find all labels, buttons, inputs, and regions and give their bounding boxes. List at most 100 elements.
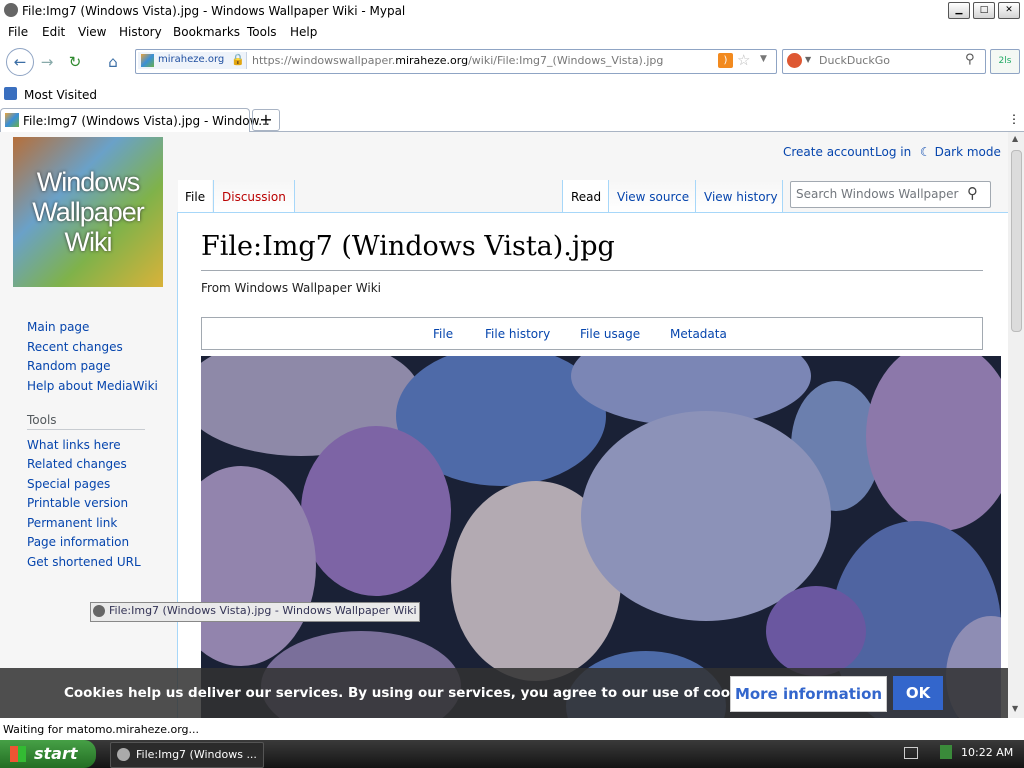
maximize-button[interactable]: □ bbox=[973, 2, 995, 19]
menu-bookmarks[interactable]: Bookmarks bbox=[173, 25, 240, 39]
logo-line-2: Wallpaper bbox=[32, 197, 145, 227]
url-bar[interactable]: miraheze.org 🔒 https://windowswallpaper.… bbox=[135, 49, 777, 74]
duckduckgo-icon[interactable] bbox=[787, 53, 802, 68]
sidebar-item-page-information[interactable]: Page information bbox=[27, 535, 129, 549]
more-information-button[interactable]: More information bbox=[730, 676, 887, 712]
log-in-link[interactable]: Log in bbox=[875, 145, 911, 159]
pebbles-svg bbox=[201, 356, 1001, 718]
bookmark-star-icon[interactable]: ☆ bbox=[737, 51, 750, 69]
sidebar-tools-heading: Tools bbox=[27, 413, 57, 427]
menu-view[interactable]: View bbox=[78, 25, 106, 39]
menu-bar: File Edit View History Bookmarks Tools H… bbox=[0, 22, 1024, 42]
wiki-search-input[interactable]: Search Windows Wallpaper Wiki bbox=[796, 187, 961, 201]
tab-view-source[interactable]: View source bbox=[608, 180, 695, 212]
url-prefix: https://windowswallpaper. bbox=[252, 54, 396, 67]
wiki-search-icon[interactable]: ⚲ bbox=[967, 184, 978, 202]
sidebar-item-related-changes[interactable]: Related changes bbox=[27, 457, 127, 471]
scrollbar-thumb[interactable] bbox=[1011, 150, 1022, 332]
app-icon bbox=[4, 3, 18, 17]
tab-title: File:Img7 (Windows Vista).jpg - Window..… bbox=[23, 114, 270, 128]
site-favicon bbox=[141, 54, 154, 67]
cookie-ok-button[interactable]: OK bbox=[893, 676, 943, 710]
file-tab-file[interactable]: File bbox=[433, 327, 453, 341]
site-identity-label: miraheze.org bbox=[158, 54, 225, 65]
tab-file[interactable]: File bbox=[178, 180, 212, 212]
scroll-up-icon[interactable]: ▲ bbox=[1012, 134, 1018, 143]
tab-list-icon[interactable]: ⋮ bbox=[1008, 112, 1020, 126]
reload-button[interactable]: ↻ bbox=[62, 50, 88, 74]
start-button[interactable]: start bbox=[0, 740, 96, 768]
url-text[interactable]: https://windowswallpaper.miraheze.org/wi… bbox=[252, 54, 663, 67]
menu-file[interactable]: File bbox=[8, 25, 28, 39]
lock-icon: 🔒 bbox=[231, 53, 245, 66]
tray-network-icon[interactable] bbox=[940, 745, 952, 759]
sidebar-item-what-links-here[interactable]: What links here bbox=[27, 438, 121, 452]
sidebar-item-random-page[interactable]: Random page bbox=[27, 359, 110, 373]
file-tabs-bar: File File history File usage Metadata bbox=[201, 317, 983, 350]
close-button[interactable]: ✕ bbox=[998, 2, 1020, 19]
most-visited-bookmark[interactable]: Most Visited bbox=[24, 88, 97, 102]
tooltip: File:Img7 (Windows Vista).jpg - Windows … bbox=[90, 602, 420, 622]
forward-button[interactable]: → bbox=[34, 50, 60, 74]
rss-icon[interactable]: ) bbox=[718, 53, 733, 68]
sidebar-item-special-pages[interactable]: Special pages bbox=[27, 477, 110, 491]
url-path: /wiki/File:Img7_(Windows_Vista).jpg bbox=[468, 54, 664, 67]
search-input[interactable]: DuckDuckGo bbox=[819, 54, 890, 67]
taskbar-clock: 10:22 AM bbox=[961, 746, 1014, 759]
dark-mode-toggle[interactable]: ☾ Dark mode bbox=[920, 145, 1001, 159]
tab-file-label: File bbox=[185, 190, 206, 204]
search-bar[interactable]: ▼ DuckDuckGo ⚲ bbox=[782, 49, 986, 74]
page-subtitle: From Windows Wallpaper Wiki bbox=[201, 281, 381, 295]
tab-read-label: Read bbox=[571, 190, 602, 204]
new-tab-button[interactable]: + bbox=[252, 109, 280, 131]
window-title: File:Img7 (Windows Vista).jpg - Windows … bbox=[22, 4, 406, 18]
content-area: File:Img7 (Windows Vista).jpg From Windo… bbox=[177, 212, 1008, 718]
menu-history[interactable]: History bbox=[119, 25, 162, 39]
sidebar-item-printable-version[interactable]: Printable version bbox=[27, 496, 128, 510]
sidebar-item-permanent-link[interactable]: Permanent link bbox=[27, 516, 117, 530]
bookmarks-toolbar: Most Visited bbox=[0, 84, 1024, 106]
page-scrollbar[interactable]: ▲ ▼ bbox=[1008, 132, 1024, 718]
tab-discussion[interactable]: Discussion bbox=[213, 180, 295, 212]
taskbar-item-browser[interactable]: File:Img7 (Windows ... bbox=[110, 742, 264, 768]
logo-line-1: Windows bbox=[36, 167, 141, 197]
wallpaper-image[interactable] bbox=[201, 356, 1001, 718]
tab-view-history-label: View history bbox=[704, 190, 778, 204]
back-button[interactable]: ← bbox=[6, 48, 34, 76]
wiki-logo[interactable]: Windows Wallpaper Wiki bbox=[13, 137, 163, 287]
search-engine-dropdown-icon[interactable]: ▼ bbox=[805, 55, 811, 64]
tooltip-icon bbox=[93, 604, 105, 617]
cookie-banner: Cookies help us deliver our services. By… bbox=[0, 668, 1008, 718]
tab-discussion-label: Discussion bbox=[222, 190, 286, 204]
file-tab-usage[interactable]: File usage bbox=[580, 327, 640, 341]
tab-view-history[interactable]: View history bbox=[695, 180, 783, 212]
url-dropdown-icon[interactable]: ▼ bbox=[760, 54, 767, 64]
tab-active[interactable]: File:Img7 (Windows Vista).jpg - Window..… bbox=[0, 108, 270, 132]
tab-view-source-label: View source bbox=[617, 190, 690, 204]
sidebar-divider bbox=[27, 429, 145, 430]
menu-tools[interactable]: Tools bbox=[247, 25, 277, 39]
url-domain: miraheze.org bbox=[395, 54, 469, 67]
tab-read[interactable]: Read bbox=[562, 180, 608, 212]
menu-edit[interactable]: Edit bbox=[42, 25, 65, 39]
file-tab-metadata[interactable]: Metadata bbox=[670, 327, 727, 341]
status-text: Waiting for matomo.miraheze.org... bbox=[3, 723, 200, 736]
start-label: start bbox=[34, 744, 78, 763]
tray-keyboard-icon[interactable] bbox=[904, 747, 918, 759]
scroll-down-icon[interactable]: ▼ bbox=[1012, 704, 1018, 713]
extension-button[interactable]: 2ls bbox=[990, 49, 1020, 74]
file-tab-history[interactable]: File history bbox=[485, 327, 550, 341]
minimize-button[interactable]: ▁ bbox=[948, 2, 970, 19]
site-identity[interactable]: miraheze.org 🔒 bbox=[138, 52, 247, 69]
heading-rule bbox=[201, 270, 983, 271]
sidebar-item-main-page[interactable]: Main page bbox=[27, 320, 89, 334]
menu-help[interactable]: Help bbox=[290, 25, 317, 39]
sidebar-item-shortened-url[interactable]: Get shortened URL bbox=[27, 555, 141, 569]
sidebar-item-recent-changes[interactable]: Recent changes bbox=[27, 340, 123, 354]
windows-logo-icon bbox=[10, 746, 26, 762]
home-button[interactable]: ⌂ bbox=[100, 50, 126, 74]
sidebar-item-help[interactable]: Help about MediaWiki bbox=[27, 379, 158, 393]
create-account-link[interactable]: Create account bbox=[783, 145, 875, 159]
wiki-search-box[interactable]: Search Windows Wallpaper Wiki ⚲ bbox=[790, 181, 991, 208]
search-icon[interactable]: ⚲ bbox=[965, 52, 975, 67]
